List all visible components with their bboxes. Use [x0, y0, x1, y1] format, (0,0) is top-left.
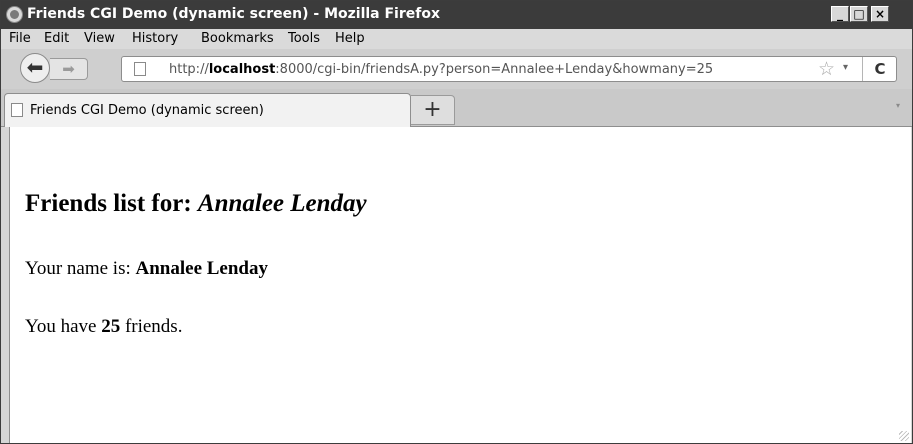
friends-suffix: friends.	[120, 316, 183, 337]
url-text[interactable]: http://localhost:8000/cgi-bin/friendsA.p…	[169, 62, 713, 77]
page-content: Friends list for: Annalee Lenday Your na…	[9, 127, 911, 443]
url-host: localhost	[208, 62, 276, 77]
navigation-bar: ➡ ⬅ http://localhost:8000/cgi-bin/friend…	[1, 49, 912, 89]
new-tab-button[interactable]: +	[411, 95, 455, 125]
page-icon	[11, 103, 23, 117]
friends-line: You have 25 friends.	[25, 316, 182, 338]
url-rest: :8000/cgi-bin/friendsA.py?person=Annalee…	[275, 62, 714, 77]
window-title: Friends CGI Demo (dynamic screen) - Mozi…	[27, 6, 440, 22]
name-value: Annalee Lenday	[135, 258, 269, 279]
tab-label: Friends CGI Demo (dynamic screen)	[30, 103, 264, 118]
chevron-down-icon[interactable]: ▾	[843, 62, 848, 73]
tab-list-icon[interactable]: ▾	[896, 101, 900, 110]
friends-prefix: You have	[25, 316, 102, 337]
back-button[interactable]: ⬅	[20, 53, 50, 83]
menu-help[interactable]: Help	[335, 31, 365, 46]
menu-file[interactable]: File	[9, 31, 31, 46]
name-line: Your name is: Annalee Lenday	[25, 258, 268, 280]
resize-grip[interactable]	[899, 431, 909, 441]
tab-friends-cgi-demo[interactable]: Friends CGI Demo (dynamic screen)	[4, 93, 411, 127]
close-button[interactable]: ×	[871, 6, 889, 22]
heading-label: Friends list for:	[25, 190, 198, 217]
menu-view[interactable]: View	[84, 31, 115, 46]
minimize-button[interactable]: _	[831, 6, 849, 22]
page-heading: Friends list for: Annalee Lenday	[25, 190, 367, 218]
url-bar[interactable]: http://localhost:8000/cgi-bin/friendsA.p…	[121, 56, 897, 82]
menu-history[interactable]: History	[132, 31, 178, 46]
heading-person-name: Annalee Lenday	[197, 190, 367, 217]
firefox-icon	[6, 6, 23, 23]
menu-tools[interactable]: Tools	[288, 31, 320, 46]
tab-strip: Friends CGI Demo (dynamic screen) + ▾	[1, 89, 912, 127]
reload-icon[interactable]: C	[862, 57, 897, 81]
browser-window: Friends CGI Demo (dynamic screen) - Mozi…	[0, 0, 913, 444]
name-label: Your name is:	[25, 258, 136, 279]
friends-count: 25	[101, 316, 121, 337]
star-icon[interactable]: ☆	[818, 58, 835, 80]
maximize-button[interactable]: □	[850, 6, 868, 22]
menu-bar: File Edit View History Bookmarks Tools H…	[1, 29, 912, 49]
forward-button[interactable]: ➡	[50, 58, 88, 80]
menu-bookmarks[interactable]: Bookmarks	[201, 31, 274, 46]
title-bar: Friends CGI Demo (dynamic screen) - Mozi…	[1, 1, 912, 29]
url-prefix: http://	[169, 62, 209, 77]
page-icon	[134, 62, 146, 76]
menu-edit[interactable]: Edit	[44, 31, 69, 46]
